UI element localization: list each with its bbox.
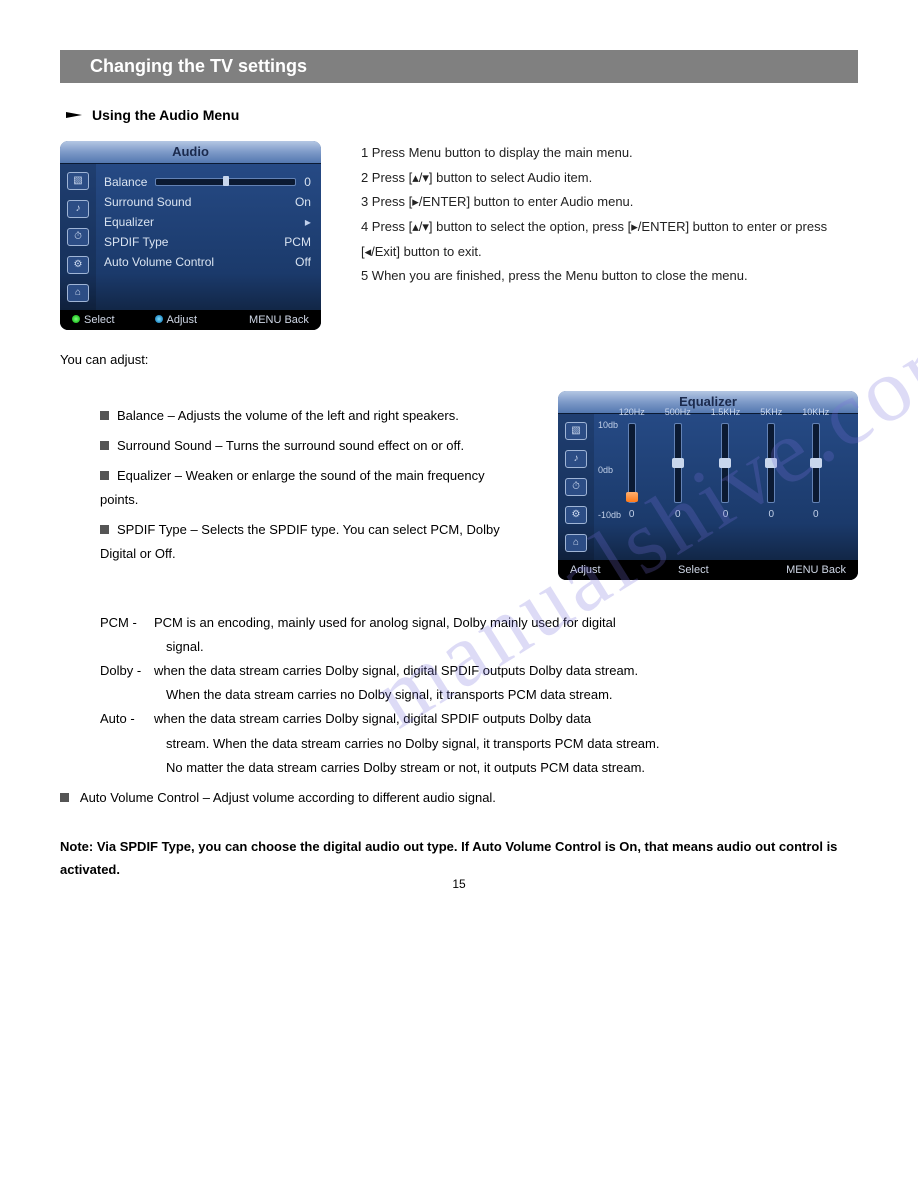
eq-osd-footer: Adjust Select MENU Back — [558, 560, 858, 580]
audio-row-spdif: SPDIF Type PCM — [104, 232, 311, 252]
audio-row-label: Auto Volume Control — [104, 255, 214, 269]
audio-row-equalizer: Equalizer ▸ — [104, 212, 311, 232]
audio-osd-side-icons: ▧ ♪ ⏱ ⚙ ⌂ — [60, 164, 96, 310]
audio-osd-title: Audio — [60, 141, 321, 164]
audio-row-surround: Surround Sound On — [104, 192, 311, 212]
audio-row-value: 0 — [304, 175, 311, 189]
page-number: 15 — [452, 877, 465, 891]
eq-thumb — [810, 458, 822, 468]
eq-col-500hz: 500Hz 0 — [665, 407, 691, 520]
audio-osd-panel: Audio ▧ ♪ ⏱ ⚙ ⌂ Balance 0 Surround — [60, 141, 321, 330]
eq-columns: 10db 0db -10db 120Hz 0 500Hz 0 — [600, 420, 848, 520]
audio-row-value: On — [295, 195, 311, 209]
arrow-icon — [66, 112, 82, 118]
eq-col-5khz: 5KHz 0 — [760, 407, 782, 520]
manual-page: manualshive.com Changing the TV settings… — [0, 0, 918, 911]
adjust-bullets: Balance – Adjusts the volume of the left… — [60, 404, 522, 572]
audio-row-balance: Balance 0 — [104, 172, 311, 192]
eq-thumb — [765, 458, 777, 468]
footer-back: MENU Back — [237, 314, 309, 326]
eq-col-120hz: 120Hz 0 — [619, 407, 645, 520]
page-title-bar: Changing the TV settings — [60, 50, 858, 83]
slider-thumb — [223, 176, 229, 186]
eq-slider — [721, 423, 729, 503]
eq-thumb — [626, 492, 638, 502]
setup-icon: ⚙ — [67, 256, 89, 274]
eq-thumb — [672, 458, 684, 468]
bullet-equalizer: Equalizer – Weaken or enlarge the sound … — [100, 464, 522, 512]
square-bullet-icon — [100, 411, 109, 420]
step-4: 4 Press [▴/▾] button to select the optio… — [361, 215, 858, 264]
audio-row-label: Equalizer — [104, 215, 154, 229]
lock-icon: ⌂ — [67, 284, 89, 302]
footer-back: MENU Back — [786, 564, 846, 576]
avc-bullet: Auto Volume Control – Adjust volume acco… — [60, 790, 858, 805]
footer-select: Select — [72, 314, 115, 326]
eq-db-labels: 10db 0db -10db — [598, 420, 621, 520]
picture-icon: ▧ — [67, 172, 89, 190]
eq-slider — [767, 423, 775, 503]
setup-icon: ⚙ — [565, 506, 587, 524]
step-2: 2 Press [▴/▾] button to select Audio ite… — [361, 166, 858, 191]
eq-slider — [674, 423, 682, 503]
equalizer-osd-panel: Equalizer ▧ ♪ ⏱ ⚙ ⌂ 10db 0db -10db — [558, 391, 858, 580]
step-1: 1 Press Menu button to display the main … — [361, 141, 858, 166]
step-5: 5 When you are finished, press the Menu … — [361, 264, 858, 289]
audio-row-value: PCM — [284, 235, 311, 249]
eq-col-10khz: 10KHz 0 — [802, 407, 829, 520]
bullet-balance: Balance – Adjusts the volume of the left… — [100, 404, 522, 428]
balance-slider — [155, 178, 296, 186]
audio-row-value: Off — [295, 255, 311, 269]
eq-slider — [812, 423, 820, 503]
footer-adjust: Adjust — [155, 314, 198, 326]
footer-select: Select — [678, 564, 709, 576]
audio-osd-footer: Select Adjust MENU Back — [60, 310, 321, 330]
audio-row-label: Surround Sound — [104, 195, 191, 209]
chevron-right-icon: ▸ — [305, 215, 311, 229]
audio-icon: ♪ — [565, 450, 587, 468]
square-bullet-icon — [60, 793, 69, 802]
square-bullet-icon — [100, 441, 109, 450]
square-bullet-icon — [100, 525, 109, 534]
eq-slider — [628, 423, 636, 503]
adjust-intro: You can adjust: — [60, 352, 858, 367]
eq-side-icons: ▧ ♪ ⏱ ⚙ ⌂ — [558, 414, 594, 560]
eq-col-1_5khz: 1.5KHz 0 — [711, 407, 741, 520]
time-icon: ⏱ — [67, 228, 89, 246]
bullet-surround: Surround Sound – Turns the surround soun… — [100, 434, 522, 458]
section-heading: Using the Audio Menu — [66, 107, 858, 123]
audio-row-label: SPDIF Type — [104, 235, 168, 249]
note-text: Note: Via SPDIF Type, you can choose the… — [60, 835, 858, 882]
step-3: 3 Press [▸/ENTER] button to enter Audio … — [361, 190, 858, 215]
lock-icon: ⌂ — [565, 534, 587, 552]
spdif-detail: PCM -PCM is an encoding, mainly used for… — [100, 611, 858, 779]
audio-row-avc: Auto Volume Control Off — [104, 252, 311, 272]
eq-thumb — [719, 458, 731, 468]
time-icon: ⏱ — [565, 478, 587, 496]
steps-list: 1 Press Menu button to display the main … — [361, 141, 858, 289]
square-bullet-icon — [100, 471, 109, 480]
bullet-spdif: SPDIF Type – Selects the SPDIF type. You… — [100, 518, 522, 566]
footer-adjust: Adjust — [570, 564, 601, 576]
section-heading-text: Using the Audio Menu — [92, 107, 239, 123]
audio-icon: ♪ — [67, 200, 89, 218]
audio-row-label: Balance — [104, 175, 147, 189]
picture-icon: ▧ — [565, 422, 587, 440]
